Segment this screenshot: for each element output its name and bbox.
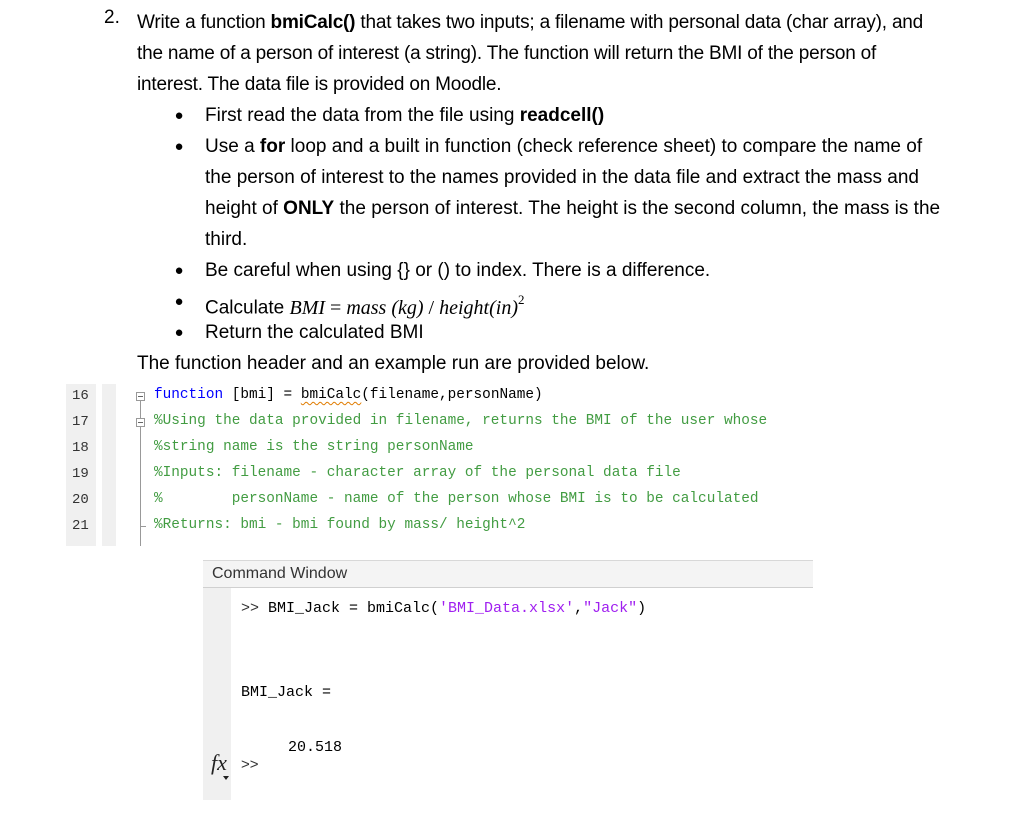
string-arg-name: "Jack": [583, 600, 638, 617]
command-window-title: Command Window: [212, 565, 348, 582]
question-number: 2.: [104, 7, 120, 28]
bullet-text-part: First read the data from the file using: [205, 105, 520, 126]
formula-lhs: BMI: [289, 296, 326, 319]
command-prompt: >>: [241, 600, 269, 617]
bullet-icon: ●: [174, 293, 184, 310]
gutter-margin: [102, 384, 116, 546]
formula-mass: mass: [346, 296, 392, 319]
bullet-icon: ●: [174, 138, 184, 155]
command-input-line: >> BMI_Jack = bmiCalc('BMI_Data.xlsx',"J…: [241, 600, 646, 617]
fx-dropdown-caret-icon[interactable]: [223, 776, 229, 780]
formula-kg: (kg): [391, 296, 424, 319]
bullet-text-part: Calculate: [205, 297, 290, 319]
code-comment-line[interactable]: %Inputs: filename - character array of t…: [154, 465, 681, 481]
bullet-icon: ●: [174, 107, 184, 124]
output-variable: BMI_Jack =: [241, 684, 332, 701]
bullet-text: Be careful when using {} or () to index.…: [205, 260, 711, 281]
output-value: 20.518: [288, 739, 343, 756]
bullet-text-part: Use a: [205, 136, 260, 157]
line-number: 19: [72, 466, 89, 482]
code-comment-line[interactable]: %Returns: bmi - bmi found by mass/ heigh…: [154, 517, 525, 533]
code-editor: 16 17 18 19 20 21 function [bmi] = bmiCa…: [66, 384, 946, 546]
bullet-bold: ONLY: [283, 198, 335, 219]
bullet-text: First read the data from the file using …: [205, 100, 604, 131]
line-number: 21: [72, 518, 89, 534]
intro-text: Write a function: [137, 12, 271, 33]
bullet-icon: ●: [174, 324, 184, 341]
fold-guide: [140, 401, 141, 419]
keyword-function: function: [154, 387, 224, 403]
code-comment-line[interactable]: %string name is the string personName: [154, 439, 474, 455]
code-text: (filename,personName): [361, 387, 543, 403]
code-text: [bmi] =: [223, 387, 301, 403]
idle-prompt-input[interactable]: >>: [241, 756, 259, 773]
bmi-formula: BMI = mass (kg) / height(in)2: [289, 292, 525, 319]
fold-collapse-icon[interactable]: [136, 392, 145, 401]
line-number: 18: [72, 440, 89, 456]
bullet-text: Use a for loop and a built in function (…: [205, 131, 945, 255]
code-comment-line[interactable]: % personName - name of the person whose …: [154, 491, 759, 507]
intro-function-name: bmiCalc(): [270, 12, 356, 33]
command-window-title-bar: Command Window: [203, 560, 813, 588]
line-number: 17: [72, 414, 89, 430]
formula-in: (in): [489, 296, 518, 319]
closing-text: The function header and an example run a…: [137, 353, 650, 374]
bullet-bold: readcell(): [519, 105, 605, 126]
line-number: 20: [72, 492, 89, 508]
command-window: Command Window >> BMI_Jack = bmiCalc('BM…: [203, 560, 813, 800]
command-text: ,: [574, 600, 584, 617]
bullet-bold: for: [259, 136, 286, 157]
fx-function-browser-icon[interactable]: fx: [211, 750, 227, 776]
formula-equals: =: [325, 296, 347, 319]
formula-exponent: 2: [518, 292, 525, 307]
question-intro: Write a function bmiCalc() that takes tw…: [137, 7, 937, 100]
code-comment-line[interactable]: %Using the data provided in filename, re…: [154, 413, 767, 429]
formula-divide: /: [423, 296, 440, 319]
fold-collapse-icon[interactable]: [136, 418, 145, 427]
formula-height: height: [439, 296, 490, 319]
line-number: 16: [72, 388, 89, 404]
fold-end-marker: [140, 526, 146, 527]
bullet-icon: ●: [174, 262, 184, 279]
string-arg-filename: 'BMI_Data.xlsx': [439, 600, 575, 617]
command-text: ): [637, 600, 647, 617]
function-name: bmiCalc: [300, 387, 362, 403]
fold-guide: [140, 427, 141, 546]
command-text: BMI_Jack = bmiCalc(: [268, 600, 440, 617]
bullet-text: Return the calculated BMI: [205, 322, 424, 343]
code-line-function-header[interactable]: function [bmi] = bmiCalc(filename,person…: [154, 387, 543, 403]
